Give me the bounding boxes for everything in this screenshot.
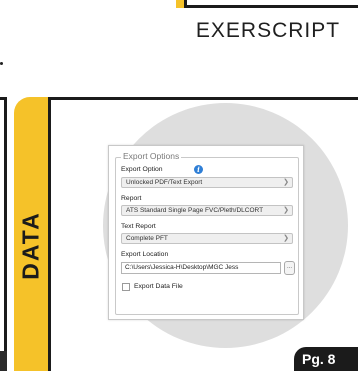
export-data-file-checkbox[interactable] xyxy=(122,283,130,291)
chevron-down-icon: ❯ xyxy=(283,235,289,242)
export-location-input[interactable]: C:\Users\Jessica-H\Desktop\MGC Jess xyxy=(121,262,281,274)
export-options-group: Export Options Export Option i Unlocked … xyxy=(115,151,299,315)
export-option-select[interactable]: Unlocked PDF/Text Export ❯ xyxy=(121,177,293,188)
top-accent-strip xyxy=(176,0,184,8)
text-report-label: Text Report xyxy=(121,223,156,230)
report-label: Report xyxy=(121,195,142,202)
text-report-select[interactable]: Complete PFT ❯ xyxy=(121,233,293,244)
left-frame xyxy=(0,97,7,357)
section-title: EXERSCRIPT xyxy=(195,19,341,42)
browse-button[interactable]: ... xyxy=(284,261,295,275)
info-icon[interactable]: i xyxy=(194,165,203,174)
page-number-badge: Pg. 8 xyxy=(294,347,358,371)
top-frame xyxy=(184,0,358,8)
data-tab-label-wrap: DATA xyxy=(14,185,48,305)
report-value: ATS Standard Single Page FVC/Pleth/DLCOR… xyxy=(126,207,264,214)
export-option-label: Export Option xyxy=(121,166,163,173)
left-bottom-block xyxy=(0,351,7,371)
export-options-dialog: Export Options Export Option i Unlocked … xyxy=(108,145,304,320)
data-tab-label: DATA xyxy=(17,210,44,280)
group-title: Export Options xyxy=(121,151,182,161)
bullet-dot xyxy=(0,62,3,65)
export-location-label: Export Location xyxy=(121,251,169,258)
report-select[interactable]: ATS Standard Single Page FVC/Pleth/DLCOR… xyxy=(121,205,293,216)
export-data-file-label: Export Data File xyxy=(134,283,183,290)
text-report-value: Complete PFT xyxy=(126,235,168,242)
export-option-value: Unlocked PDF/Text Export xyxy=(126,179,203,186)
chevron-down-icon: ❯ xyxy=(283,207,289,214)
chevron-down-icon: ❯ xyxy=(283,179,289,186)
